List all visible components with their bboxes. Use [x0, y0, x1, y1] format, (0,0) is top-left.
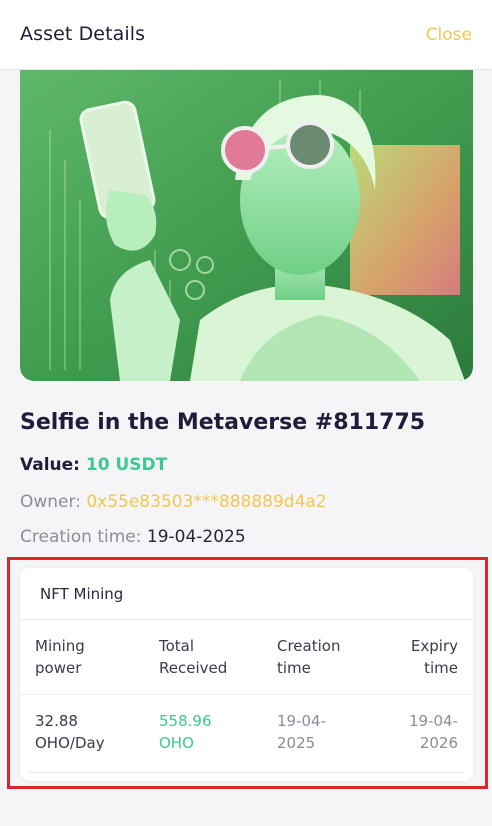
asset-name: Selfie in the Metaverse #811775 [20, 410, 426, 435]
owner-address[interactable]: 0x55e83503***888889d4a2 [86, 492, 326, 512]
divider [20, 619, 473, 620]
header-bar: Asset Details Close [0, 0, 492, 70]
divider [28, 772, 465, 773]
cell-creation-time: 19-04-2025 [277, 712, 326, 752]
value-row: Value: 10 USDT [20, 455, 167, 475]
header-expiry-time: Expiry time [410, 637, 458, 677]
value-label: Value: [20, 455, 80, 475]
nft-mining-card: NFT Mining Mining power Total Received C… [20, 568, 473, 781]
owner-label: Owner: [20, 492, 81, 512]
creation-time-row: Creation time: 19-04-2025 [20, 527, 246, 547]
creation-time-label: Creation time: [20, 527, 142, 547]
nft-artwork-image [20, 70, 473, 381]
header-mining-power: Mining power [35, 637, 85, 677]
creation-time-value: 19-04-2025 [146, 527, 246, 547]
owner-row: Owner: 0x55e83503***888889d4a2 [20, 492, 327, 512]
divider [20, 694, 473, 695]
close-button[interactable]: Close [426, 25, 472, 45]
cell-expiry-time: 19-04-2026 [409, 712, 458, 752]
header-total-received: Total Received [159, 637, 228, 677]
cell-mining-power: 32.88 OHO/Day [35, 712, 105, 752]
header-creation-time: Creation time [277, 637, 341, 677]
value-amount: 10 USDT [85, 455, 168, 475]
nft-artwork-illustration [20, 70, 473, 381]
cell-total-received: 558.96 OHO [159, 712, 212, 752]
page-title: Asset Details [20, 23, 146, 45]
nft-mining-title: NFT Mining [40, 585, 124, 603]
